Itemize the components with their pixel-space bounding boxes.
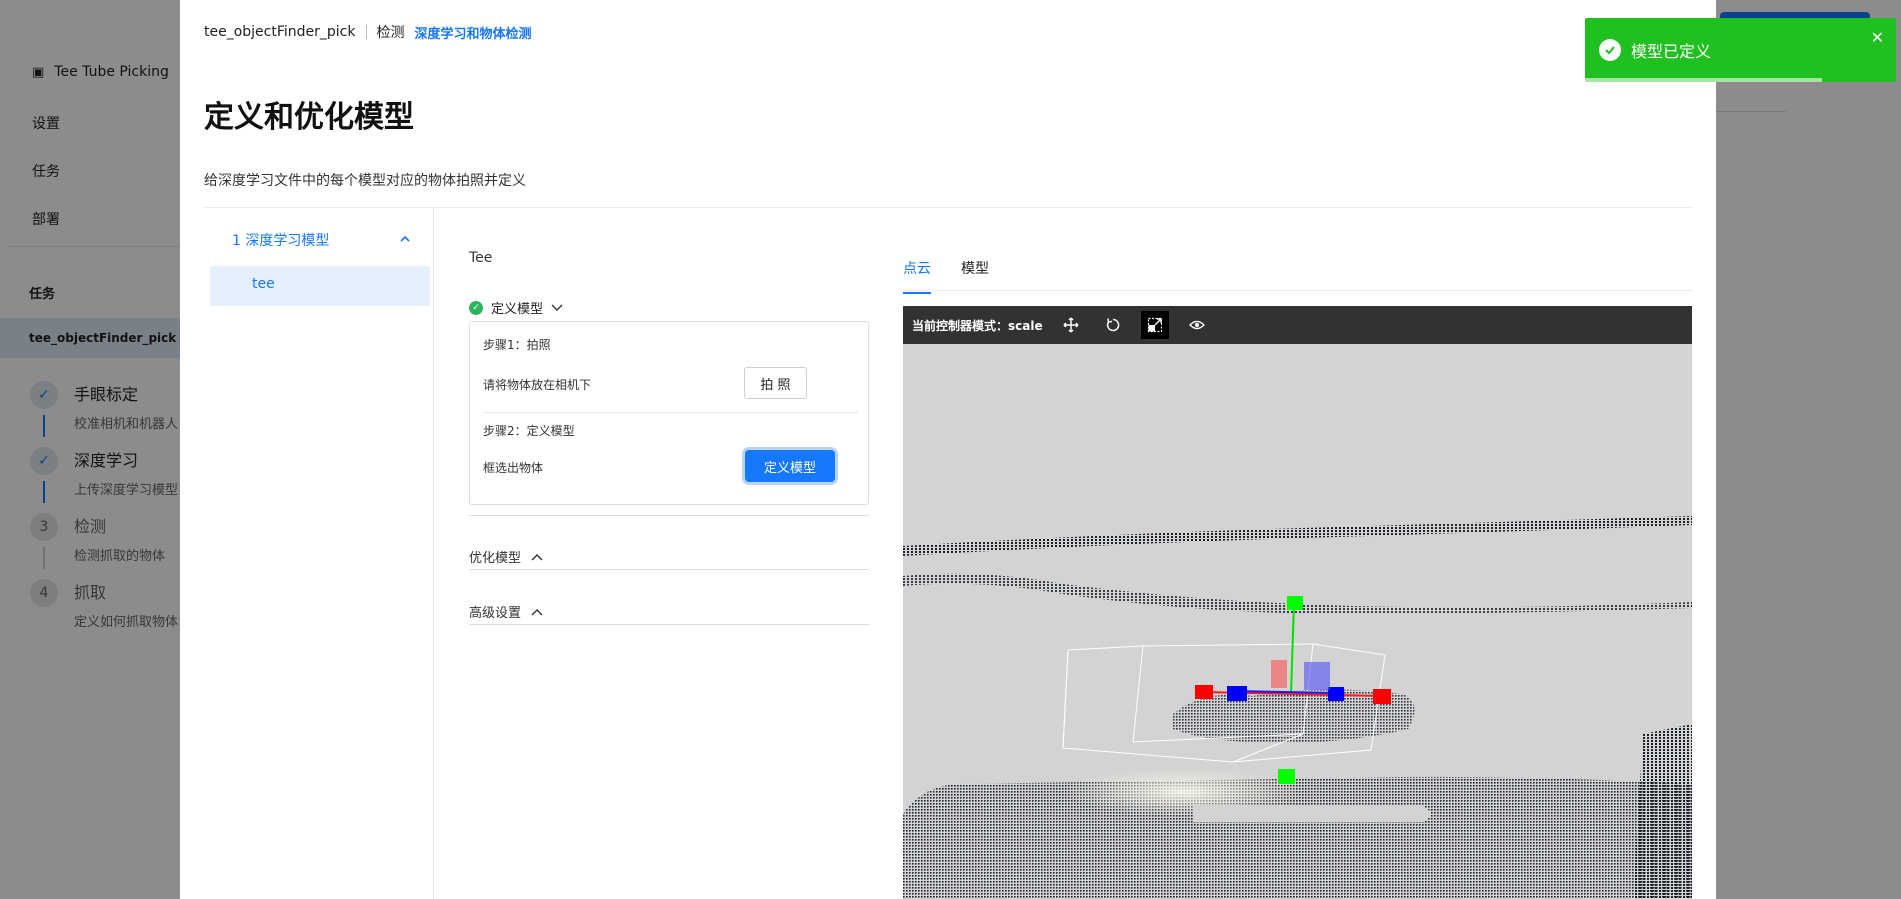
point-cloud-viewer[interactable]: 当前控制器模式：scale — [903, 306, 1692, 899]
define-model-section-header[interactable]: ✓ 定义模型 — [469, 298, 563, 317]
scale-icon[interactable] — [1140, 311, 1169, 339]
point-cloud-canvas[interactable] — [903, 344, 1692, 899]
chevron-up-icon — [531, 553, 543, 560]
section-divider — [469, 569, 869, 570]
step2-text: 框选出物体 — [483, 461, 544, 475]
model-tree: 1 深度学习模型 tee — [204, 208, 434, 899]
define-steps-box: 步骤1：拍照 请将物体放在相机下 拍 照 步骤2：定义模型 框选出物体 定义模型 — [469, 321, 869, 505]
chevron-down-icon — [551, 304, 563, 311]
success-check-icon — [1599, 39, 1621, 61]
tab-model[interactable]: 模型 — [961, 258, 989, 294]
toast-message: 模型已定义 — [1631, 42, 1712, 61]
close-icon[interactable]: ✕ — [1871, 28, 1884, 47]
controller-mode-label: 当前控制器模式：scale — [912, 318, 1043, 333]
chevron-up-icon[interactable] — [400, 234, 410, 244]
tab-point-cloud[interactable]: 点云 — [903, 258, 931, 294]
define-model-button[interactable]: 定义模型 — [745, 450, 835, 482]
page-title: 定义和优化模型 — [204, 100, 414, 135]
tree-group-deep-learning-models[interactable]: 1 深度学习模型 — [232, 230, 329, 250]
steps-divider — [483, 412, 858, 413]
breadcrumb-current: 深度学习和物体检测 — [414, 26, 532, 42]
tree-item-tee[interactable]: tee — [210, 266, 430, 306]
section-divider — [469, 624, 869, 625]
take-photo-button[interactable]: 拍 照 — [744, 367, 807, 399]
step2-label: 步骤2：定义模型 — [483, 424, 575, 438]
rotate-icon[interactable] — [1099, 311, 1127, 339]
chevron-up-icon — [531, 608, 543, 615]
object-name: Tee — [469, 250, 493, 266]
viewer-tabs: 点云 模型 — [903, 258, 989, 294]
optimize-model-section-header[interactable]: 优化模型 — [469, 547, 543, 566]
breadcrumb: tee_objectFinder_pick 检测 深度学习和物体检测 — [204, 22, 532, 42]
breadcrumb-separator — [365, 25, 367, 39]
viewer-panel: 点云 模型 当前控制器模式：scale — [903, 208, 1692, 899]
define-model-modal: tee_objectFinder_pick 检测 深度学习和物体检测 定义和优化… — [180, 0, 1716, 899]
viewer-toolbar: 当前控制器模式：scale — [903, 306, 1692, 344]
breadcrumb-section[interactable]: 检测 — [377, 22, 405, 42]
step1-label: 步骤1：拍照 — [483, 338, 551, 352]
section-divider — [469, 515, 869, 516]
step1-text: 请将物体放在相机下 — [483, 378, 592, 392]
move-icon[interactable] — [1057, 311, 1085, 339]
toast-progress-bar — [1585, 78, 1822, 82]
advanced-settings-section-header[interactable]: 高级设置 — [469, 602, 543, 621]
breadcrumb-project[interactable]: tee_objectFinder_pick — [204, 24, 356, 40]
page-description: 给深度学习文件中的每个模型对应的物体拍照并定义 — [204, 173, 526, 189]
success-check-icon: ✓ — [469, 300, 483, 315]
success-toast: 模型已定义 ✕ — [1585, 18, 1896, 82]
tabs-divider — [903, 290, 1692, 291]
eye-icon[interactable] — [1183, 311, 1211, 339]
